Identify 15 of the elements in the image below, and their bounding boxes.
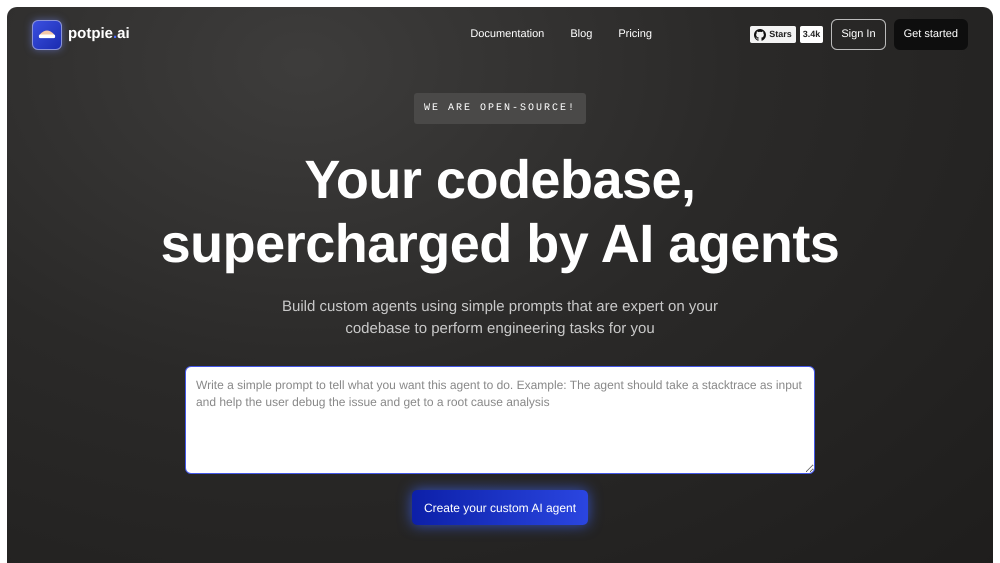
nav-link[interactable]: Blog xyxy=(570,26,592,43)
github-icon xyxy=(754,28,766,40)
open-source-badge: WE ARE OPEN-SOURCE! xyxy=(414,93,586,124)
get-started-button[interactable]: Get started xyxy=(894,19,968,50)
github-stars-button[interactable]: Stars xyxy=(750,26,796,44)
sign-in-button[interactable]: Sign In xyxy=(831,19,886,50)
pie-logo-icon[interactable] xyxy=(32,20,62,50)
brand-name[interactable]: potpie.ai xyxy=(68,23,130,46)
star-count: 3.4k xyxy=(800,26,824,44)
headline: Your codebase, supercharged by AI agents xyxy=(160,149,840,276)
nav-link[interactable]: Pricing xyxy=(618,26,652,43)
nav-link[interactable]: Documentation xyxy=(470,26,544,43)
subtitle: Build custom agents using simple prompts that are expert on your codebase to perform engineering tasks for you xyxy=(280,297,720,339)
create-agent-button[interactable]: Create your custom AI agent xyxy=(412,490,588,525)
prompt-field[interactable]: Write a simple prompt to tell what you want this agent to do. Example: The agent should take a stacktrace as input and help the user debug the issue and get to a root cause analysis xyxy=(185,366,815,474)
